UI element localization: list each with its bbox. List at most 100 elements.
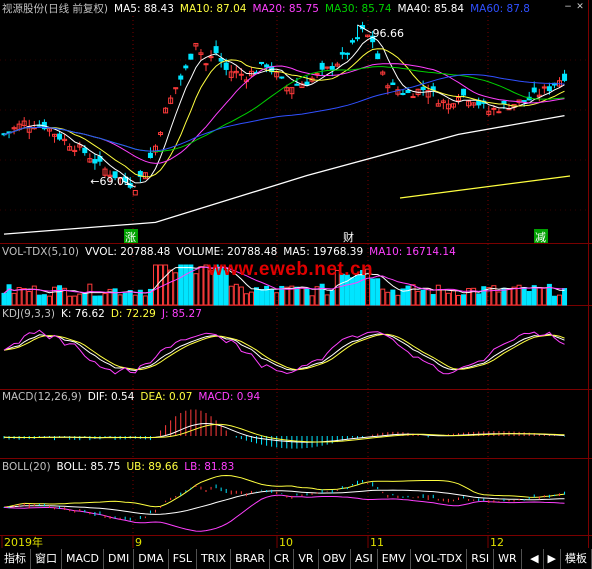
tab-obv[interactable]: OBV	[319, 549, 351, 569]
tab-cr[interactable]: CR	[270, 549, 295, 569]
volume-bar	[390, 289, 396, 306]
macd-header: MACD(12,26,9) DIF: 0.54 DEA: 0.07 MACD: 0.9…	[2, 390, 266, 404]
tab-emv[interactable]: EMV	[378, 549, 411, 569]
kdj-header: KDJ(9,3,3) K: 76.62 D: 72.29 J: 85.27	[2, 307, 208, 321]
tab-vol-tdx[interactable]: VOL-TDX	[411, 549, 468, 569]
volume-bar	[183, 264, 189, 306]
volume-bar	[6, 284, 12, 306]
volume-bar	[461, 294, 467, 306]
candle-body	[344, 52, 350, 55]
volume-bar	[420, 289, 426, 306]
vol-legend-3: MA5: 19768.39	[283, 246, 364, 258]
volume-bar	[551, 295, 557, 306]
tab-asi[interactable]: ASI	[351, 549, 378, 569]
candle-body	[319, 62, 325, 70]
low-price-label: ←69.01	[90, 175, 131, 188]
candle-body	[420, 86, 426, 91]
kdj-legend-2: D: 72.29	[110, 308, 156, 320]
candle-body	[410, 96, 416, 99]
candle-body	[279, 76, 285, 79]
date-axis-label-0: 2019年	[4, 535, 43, 549]
volume-bar	[259, 289, 265, 306]
kdj-legend-1: K: 76.62	[60, 308, 105, 320]
volume-bar	[430, 294, 436, 306]
volume-bar	[178, 264, 184, 306]
tab-vr[interactable]: VR	[294, 549, 319, 569]
candle-body	[562, 73, 568, 81]
volume-bar	[41, 294, 47, 306]
candle-body	[82, 147, 88, 154]
close-icon[interactable]: ✕	[575, 2, 585, 12]
tab-窗口[interactable]: 窗口	[31, 549, 62, 569]
candle-body	[349, 40, 355, 43]
event-tag-0: 涨	[125, 231, 136, 244]
vol-legend-4: MA10: 16714.14	[369, 246, 456, 258]
main-chart-title: 视源股份(日线 前复权)	[2, 3, 109, 15]
candle-body	[264, 64, 270, 68]
event-tag-2: 减	[535, 231, 546, 244]
candle-body	[314, 73, 320, 76]
boll-legend-3: LB: 81.83	[184, 461, 235, 473]
volume-bar	[349, 277, 355, 306]
candle-body	[92, 159, 98, 164]
indicator-tab-bar: 指标 窗口 MACD DMI DMA FSL TRIX BRAR CR VR OBV ASI EMV VO…	[0, 549, 592, 569]
macd-legend-1: DIF: 0.54	[87, 391, 135, 403]
high-price-label: 96.66	[373, 27, 405, 40]
tab-template[interactable]: 模板	[561, 549, 592, 569]
candle-body	[213, 46, 219, 54]
tab-macd[interactable]: MACD	[62, 549, 104, 569]
candle-body	[491, 107, 497, 110]
candle-body	[57, 133, 63, 140]
tab-trix[interactable]: TRIX	[197, 549, 232, 569]
candle-body	[400, 93, 406, 96]
candle-body	[294, 83, 300, 86]
volume-bar	[329, 290, 335, 306]
tab-wr[interactable]: WR	[494, 549, 522, 569]
candle-body	[304, 81, 310, 86]
tab-指标[interactable]: 指标	[0, 549, 31, 569]
candle-body	[546, 86, 552, 92]
candle-body	[355, 37, 360, 40]
scroll-left-icon[interactable]: ◀	[526, 549, 544, 569]
candle-body	[188, 53, 194, 60]
candle-body	[329, 66, 335, 70]
stock-chart-canvas[interactable]: 96.66 ←69.01 涨 财 减 2019年 9 10 11 12	[0, 0, 592, 569]
candle-body	[208, 56, 214, 59]
volume-bar	[1, 292, 7, 306]
volume-bar	[562, 288, 568, 306]
candle-body	[238, 73, 244, 76]
macd-legend-3: MACD: 0.94	[198, 391, 261, 403]
volume-bar	[36, 294, 42, 306]
tab-brar[interactable]: BRAR	[231, 549, 271, 569]
volume-bar	[269, 288, 275, 306]
date-axis-label-2: 10	[279, 536, 293, 549]
main-legend-0: MA5: 88.43	[114, 3, 174, 15]
volume-bar	[521, 287, 527, 306]
volume-bar	[92, 295, 98, 306]
candle-body	[178, 75, 184, 80]
boll-legend-2: UB: 89.66	[126, 461, 179, 473]
volume-bar	[82, 292, 88, 306]
tab-rsi[interactable]: RSI	[467, 549, 495, 569]
vol-legend-0: VOL-TDX(5,10)	[2, 246, 80, 258]
kdj-legend-0: KDJ(9,3,3)	[2, 308, 55, 320]
candle-body	[375, 53, 381, 60]
boll-header: BOLL(20) BOLL: 85.75 UB: 89.66 LB: 81.83	[2, 460, 240, 474]
tab-dma[interactable]: DMA	[134, 549, 169, 569]
tab-fsl[interactable]: FSL	[169, 549, 197, 569]
volume-bar	[97, 295, 103, 306]
minus-icon[interactable]: −	[563, 2, 573, 12]
volume-bar	[531, 285, 537, 306]
candle-body	[339, 52, 345, 55]
tab-dmi[interactable]: DMI	[104, 549, 135, 569]
volume-bar	[57, 285, 63, 306]
candle-body	[531, 87, 537, 93]
vol-legend-1: VVOL: 20788.48	[85, 246, 171, 258]
main-legend-5: MA60: 87.8	[470, 3, 530, 15]
volume-bar	[122, 292, 128, 306]
volume-bar	[405, 285, 411, 306]
scroll-right-icon[interactable]: ▶	[544, 549, 561, 569]
volume-bar	[319, 283, 325, 306]
volume-bar	[112, 288, 118, 306]
candle-body	[147, 152, 153, 159]
